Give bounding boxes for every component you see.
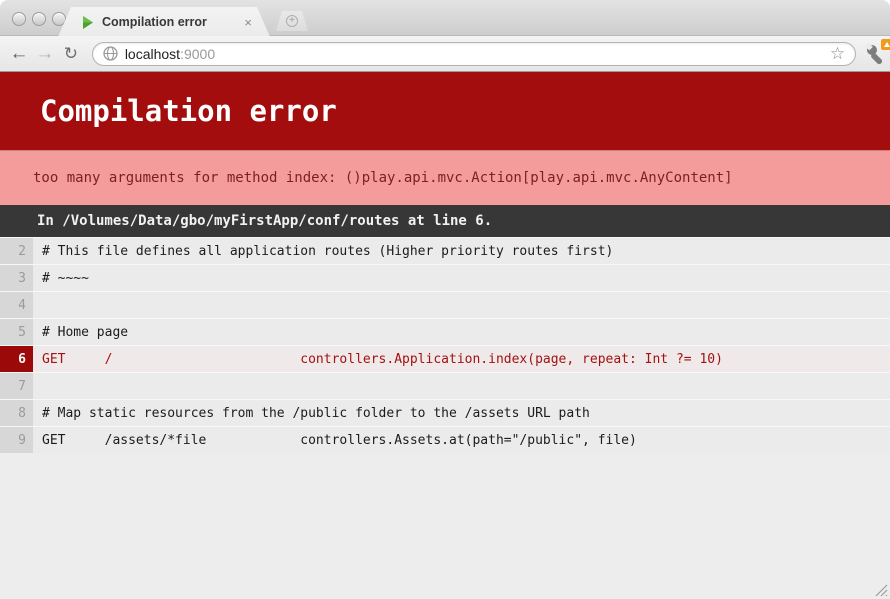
code-text: # This file defines all application rout… bbox=[33, 238, 890, 264]
browser-window: Compilation error × + ← → ↻ localhost:90… bbox=[0, 0, 890, 599]
bookmark-star-icon[interactable]: ☆ bbox=[830, 45, 845, 62]
code-text: # ~~~~ bbox=[33, 265, 890, 291]
browser-toolbar: ← → ↻ localhost:9000 ☆ bbox=[0, 36, 890, 72]
menu-wrench-button[interactable] bbox=[864, 42, 890, 66]
page-content: Compilation error too many arguments for… bbox=[0, 72, 890, 599]
up-arrow-icon bbox=[884, 42, 890, 47]
line-number: 4 bbox=[0, 292, 33, 318]
source-listing: 2# This file defines all application rou… bbox=[0, 237, 890, 453]
url-port: :9000 bbox=[180, 46, 215, 62]
line-number: 2 bbox=[0, 238, 33, 264]
line-number: 3 bbox=[0, 265, 33, 291]
address-bar[interactable]: localhost:9000 ☆ bbox=[92, 42, 856, 66]
code-line-row: 7 bbox=[0, 372, 890, 399]
line-number: 7 bbox=[0, 373, 33, 399]
code-line-row: 3# ~~~~ bbox=[0, 264, 890, 291]
error-location: In /Volumes/Data/gbo/myFirstApp/conf/rou… bbox=[0, 213, 492, 229]
error-message-banner: too many arguments for method index: ()p… bbox=[0, 150, 890, 205]
globe-icon bbox=[103, 46, 118, 61]
code-text bbox=[33, 292, 890, 318]
new-tab-button[interactable]: + bbox=[276, 11, 308, 31]
code-line-row: 5# Home page bbox=[0, 318, 890, 345]
code-line-row: 9GET /assets/*file controllers.Assets.at… bbox=[0, 426, 890, 453]
error-message: too many arguments for method index: ()p… bbox=[0, 170, 733, 186]
window-minimize-button[interactable] bbox=[32, 12, 46, 26]
browser-tab[interactable]: Compilation error × bbox=[58, 7, 270, 37]
code-text: GET / controllers.Application.index(page… bbox=[33, 346, 890, 372]
error-location-bar: In /Volumes/Data/gbo/myFirstApp/conf/rou… bbox=[0, 205, 890, 237]
forward-icon: → bbox=[32, 44, 58, 63]
resize-grip-icon[interactable] bbox=[873, 582, 888, 597]
line-number: 6 bbox=[0, 346, 33, 372]
tab-close-icon[interactable]: × bbox=[244, 16, 252, 29]
code-line-row: 4 bbox=[0, 291, 890, 318]
url-host: localhost bbox=[125, 46, 180, 62]
code-line-row: 2# This file defines all application rou… bbox=[0, 237, 890, 264]
code-line-row: 8# Map static resources from the /public… bbox=[0, 399, 890, 426]
window-close-button[interactable] bbox=[12, 12, 26, 26]
page-title: Compilation error bbox=[0, 94, 337, 128]
code-text bbox=[33, 373, 890, 399]
code-text: GET /assets/*file controllers.Assets.at(… bbox=[33, 427, 890, 453]
url-text[interactable]: localhost:9000 bbox=[125, 46, 215, 62]
line-number: 8 bbox=[0, 400, 33, 426]
tab-strip: Compilation error × + bbox=[0, 0, 890, 36]
play-triangle-icon bbox=[82, 16, 94, 29]
code-text: # Home page bbox=[33, 319, 890, 345]
line-number: 5 bbox=[0, 319, 33, 345]
update-badge bbox=[881, 39, 890, 50]
error-header: Compilation error bbox=[0, 72, 890, 150]
code-text: # Map static resources from the /public … bbox=[33, 400, 890, 426]
line-number: 9 bbox=[0, 427, 33, 453]
back-icon[interactable]: ← bbox=[6, 44, 32, 63]
code-line-row-error: 6GET / controllers.Application.index(pag… bbox=[0, 345, 890, 372]
plus-icon: + bbox=[286, 15, 298, 27]
refresh-icon[interactable]: ↻ bbox=[58, 45, 84, 62]
tab-title: Compilation error bbox=[102, 15, 244, 29]
